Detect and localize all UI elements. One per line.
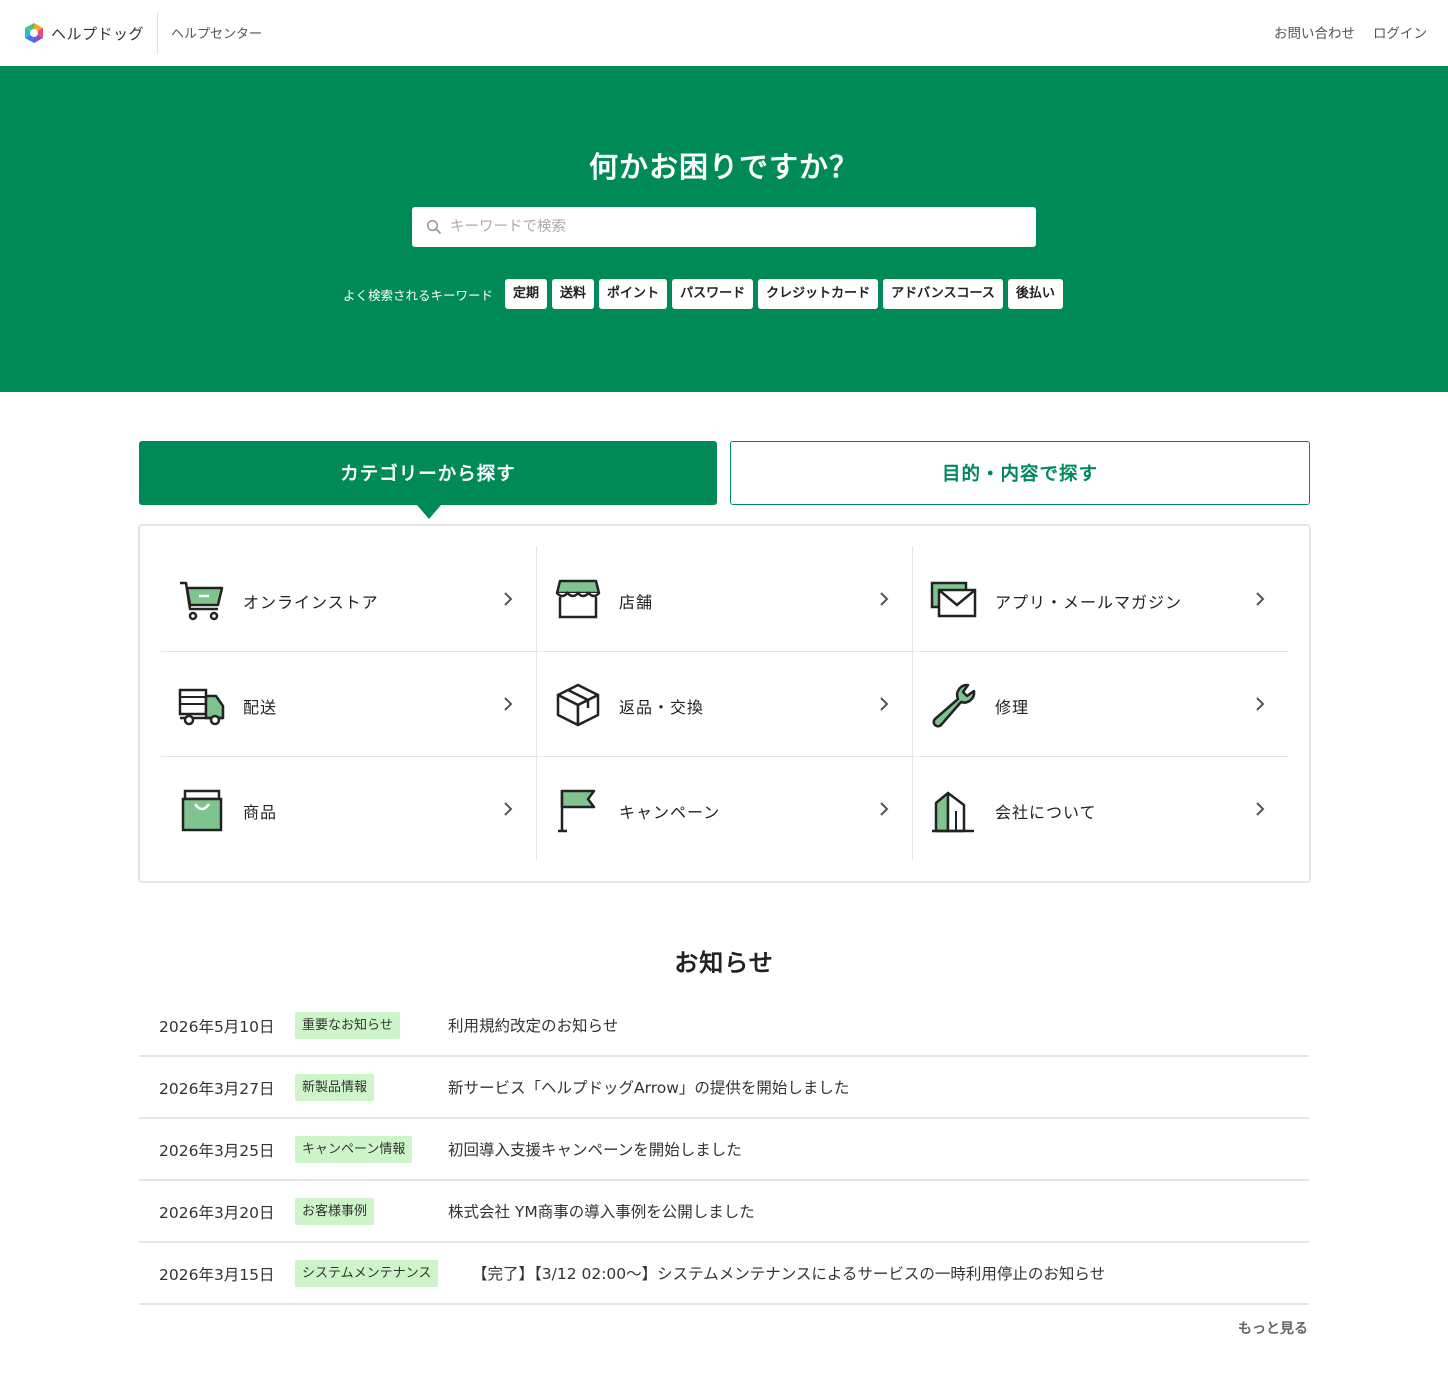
keyword-chip[interactable]: 送料 (552, 279, 595, 309)
brand-name: ヘルプドッグ (51, 24, 145, 43)
search-input[interactable] (450, 219, 1010, 235)
category-products[interactable]: 商品 (161, 757, 535, 861)
news-link[interactable]: 新サービス「ヘルプドッグArrow」の提供を開始しました (448, 1076, 849, 1098)
category-label: 配送 (243, 698, 278, 717)
category-online-store[interactable]: オンラインストア (161, 547, 535, 651)
news-item[interactable]: 2026年3月20日 お客様事例 株式会社 YM商事の導入事例を公開しました (139, 1181, 1309, 1243)
building-icon (932, 791, 974, 833)
tab-purpose[interactable]: 目的・内容で探す (730, 441, 1310, 505)
chevron-right-icon (1256, 802, 1265, 816)
news-date: 2026年3月25日 (159, 1142, 275, 1160)
chevron-right-icon (880, 592, 889, 606)
helpcenter-title[interactable]: ヘルプセンター (171, 23, 262, 42)
keyword-chip[interactable]: パスワード (672, 279, 754, 309)
site-header: ヘルプドッグ ヘルプセンター お問い合わせ ログイン (0, 0, 1448, 66)
news-item[interactable]: 2026年3月15日 システムメンテナンス 【完了】【3/12 02:00〜】シ… (139, 1243, 1309, 1305)
news-link[interactable]: 【完了】【3/12 02:00〜】システムメンテナンスによるサービスの一時利用停… (472, 1262, 1105, 1284)
wrench-icon (932, 683, 976, 728)
category-label: 店舗 (619, 593, 654, 612)
category-store[interactable]: 店舗 (537, 547, 911, 651)
keyword-chip[interactable]: アドバンスコース (883, 279, 1003, 309)
news-date: 2026年3月15日 (159, 1266, 275, 1284)
category-app-mail[interactable]: アプリ・メールマガジン (913, 547, 1287, 651)
category-label: オンラインストア (243, 593, 379, 612)
logo-mark-icon (25, 23, 43, 43)
keyword-chip[interactable]: 後払い (1007, 279, 1063, 309)
hero-title: 何かお困りですか？ (588, 150, 859, 184)
category-label: 修理 (995, 698, 1030, 717)
store-icon (555, 579, 601, 619)
news-badge: システムメンテナンス (295, 1260, 439, 1287)
login-link[interactable]: ログイン (1373, 22, 1427, 42)
chevron-right-icon (880, 802, 889, 816)
mail-icon (930, 581, 977, 618)
contact-link[interactable]: お問い合わせ (1274, 22, 1355, 42)
keywords-label: よく検索されるキーワード (343, 287, 494, 303)
news-item[interactable]: 2026年3月25日 キャンペーン情報 初回導入支援キャンペーンを開始しました (139, 1119, 1309, 1181)
flag-icon (558, 789, 596, 833)
tab-category[interactable]: カテゴリーから探す (139, 441, 717, 519)
category-label: アプリ・メールマガジン (995, 593, 1183, 612)
news-link[interactable]: 初回導入支援キャンペーンを開始しました (448, 1138, 742, 1160)
search-icon (426, 219, 442, 235)
chevron-right-icon (504, 697, 513, 711)
category-company[interactable]: 会社について (913, 757, 1287, 861)
news-item[interactable]: 2026年3月27日 新製品情報 新サービス「ヘルプドッグArrow」の提供を開… (139, 1057, 1309, 1119)
news-link[interactable]: 株式会社 YM商事の導入事例を公開しました (448, 1200, 755, 1222)
search-box[interactable] (412, 207, 1036, 247)
header-divider (157, 12, 158, 54)
news-badge: 新製品情報 (295, 1074, 375, 1101)
box-icon (556, 683, 600, 727)
news-title: お知らせ (674, 949, 774, 977)
chevron-right-icon (1256, 697, 1265, 711)
news-badge: お客様事例 (295, 1198, 375, 1225)
keyword-chip[interactable]: クレジットカード (758, 279, 879, 309)
keyword-chip[interactable]: 定期 (505, 279, 548, 309)
category-panel: オンラインストア 店舗 アプリ・メールマガジン 配送 返品・交換 修理 商品 キ… (138, 524, 1311, 883)
more-link[interactable]: もっと見る (1238, 1318, 1308, 1338)
news-date: 2026年3月20日 (159, 1204, 275, 1222)
category-campaign[interactable]: キャンペーン (537, 757, 911, 861)
news-badge: キャンペーン情報 (295, 1136, 413, 1163)
chevron-right-icon (504, 592, 513, 606)
news-badge: 重要なお知らせ (295, 1012, 400, 1039)
chevron-right-icon (880, 697, 889, 711)
header-links: お問い合わせ ログイン (1274, 22, 1427, 42)
chevron-right-icon (1256, 592, 1265, 606)
category-label: 会社について (995, 803, 1097, 822)
bag-icon (181, 789, 223, 832)
news-date: 2026年5月10日 (159, 1018, 275, 1036)
truck-icon (178, 688, 225, 726)
category-label: 返品・交換 (619, 698, 705, 717)
news-link[interactable]: 利用規約改定のお知らせ (448, 1014, 618, 1036)
category-return-exchange[interactable]: 返品・交換 (537, 652, 911, 756)
category-label: 商品 (243, 803, 278, 822)
popular-keywords: よく検索されるキーワード 定期 送料 ポイント パスワード クレジットカード ア… (343, 279, 1068, 309)
keyword-chip[interactable]: ポイント (599, 279, 668, 309)
logo[interactable]: ヘルプドッグ (23, 21, 144, 45)
cart-icon (180, 581, 224, 621)
news-list: 2026年5月10日 重要なお知らせ 利用規約改定のお知らせ 2026年3月27… (139, 995, 1309, 1305)
category-delivery[interactable]: 配送 (161, 652, 535, 756)
news-date: 2026年3月27日 (159, 1080, 275, 1098)
chevron-right-icon (504, 802, 513, 816)
category-label: キャンペーン (619, 803, 721, 822)
hero-section: 何かお困りですか？ よく検索されるキーワード 定期 送料 ポイント パスワード … (0, 66, 1448, 392)
category-repair[interactable]: 修理 (913, 652, 1287, 756)
news-item[interactable]: 2026年5月10日 重要なお知らせ 利用規約改定のお知らせ (139, 995, 1309, 1057)
